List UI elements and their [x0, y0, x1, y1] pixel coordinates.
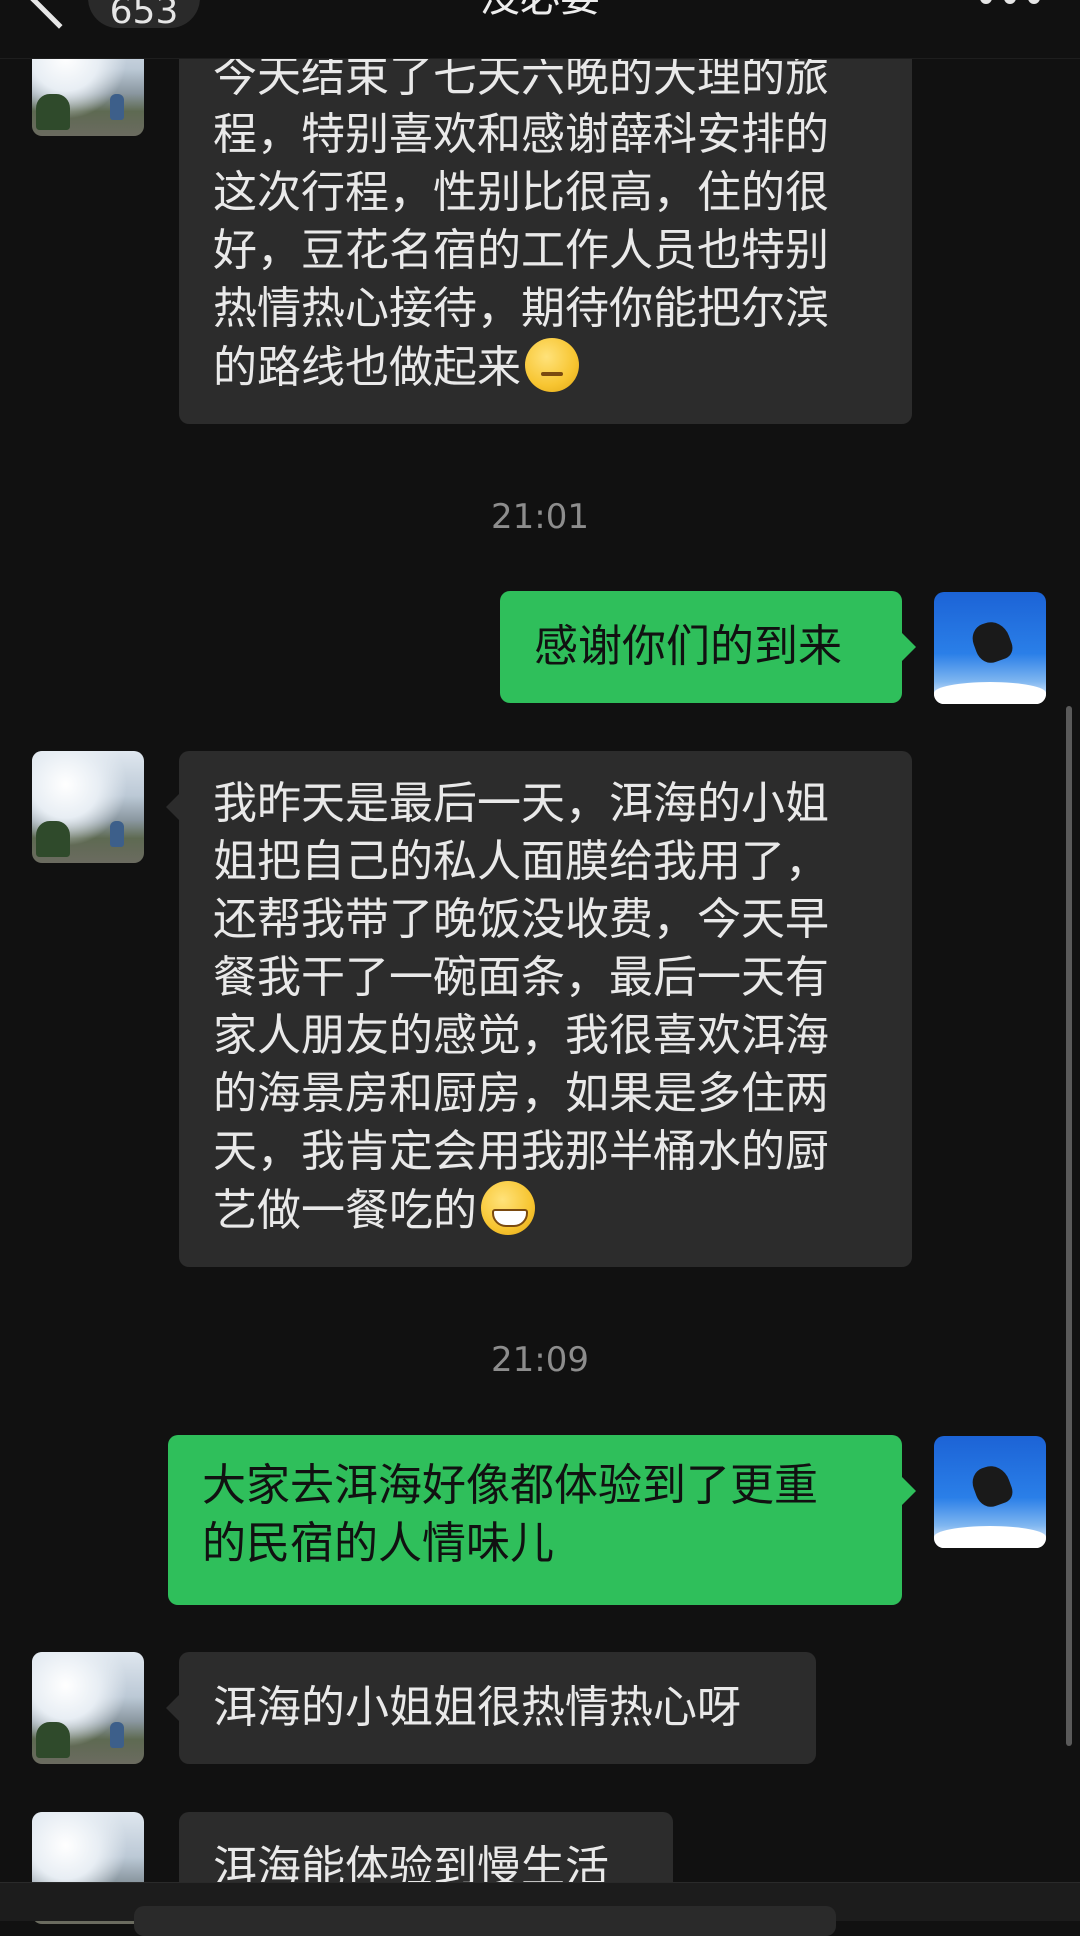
message-bubble-incoming[interactable]: 我昨天是最后一天，洱海的小姐 姐把自己的私人面膜给我用了， 还帮我带了晚饭没收费… [179, 751, 912, 1267]
user-avatar[interactable] [934, 1436, 1046, 1548]
message-input[interactable] [134, 1906, 836, 1936]
message-text: 今天结束了七天六晚的大理的旅 程，特别喜欢和感谢薛科安排的 这次行程，性别比很高… [213, 51, 829, 393]
chat-header: 653 没必要 [0, 0, 1080, 59]
bubble-tail [166, 1694, 180, 1722]
message-bubble-outgoing[interactable]: 大家去洱海好像都体验到了更重 的民宿的人情味儿 [168, 1435, 902, 1605]
message-bubble-incoming[interactable]: 洱海的小姐姐很热情热心呀 [179, 1652, 816, 1764]
bubble-tail [902, 1477, 916, 1505]
user-avatar[interactable] [934, 592, 1046, 704]
bubble-tail [166, 793, 180, 821]
message-timestamp: 21:01 [491, 497, 589, 537]
message-timestamp: 21:09 [491, 1340, 589, 1380]
contact-avatar[interactable] [32, 1652, 144, 1764]
thinking-face-emoji-icon [525, 338, 579, 392]
chat-title: 没必要 [0, 0, 1080, 26]
message-bubble-incoming[interactable]: 今天结束了七天六晚的大理的旅 程，特别喜欢和感谢薛科安排的 这次行程，性别比很高… [179, 30, 912, 424]
more-options-icon[interactable] [980, 0, 1040, 6]
bubble-tail [902, 633, 916, 661]
message-text: 我昨天是最后一天，洱海的小姐 姐把自己的私人面膜给我用了， 还帮我带了晚饭没收费… [213, 778, 829, 1236]
message-bubble-outgoing[interactable]: 感谢你们的到来 [500, 591, 902, 703]
scrollbar[interactable] [1066, 706, 1072, 1746]
contact-avatar[interactable] [32, 751, 144, 863]
grinning-face-emoji-icon [481, 1181, 535, 1235]
